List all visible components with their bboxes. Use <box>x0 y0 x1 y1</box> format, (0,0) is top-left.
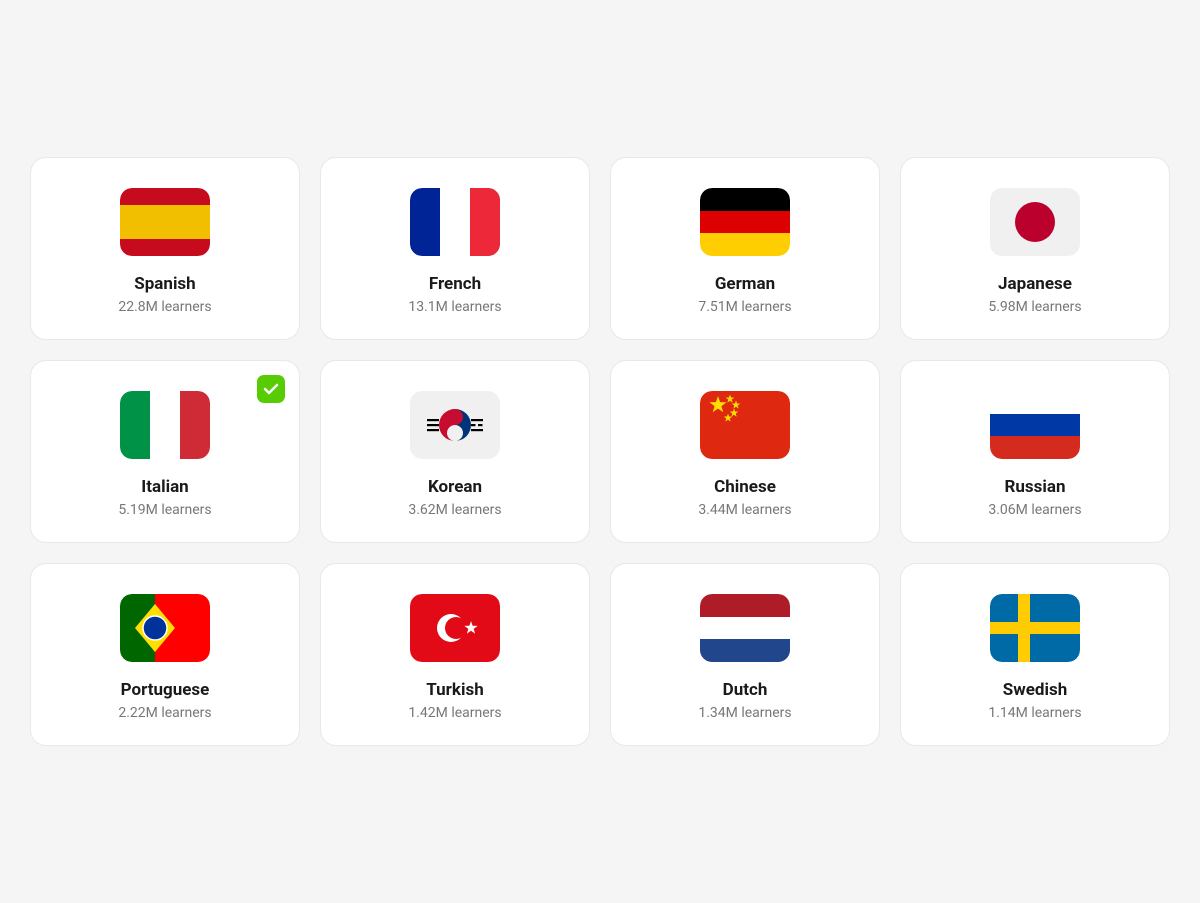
flag-nl <box>700 594 790 662</box>
language-name: Russian <box>1004 477 1065 497</box>
flag-kr <box>410 391 500 459</box>
language-card-de[interactable]: German 7.51M learners <box>610 157 880 340</box>
learners-count: 13.1M learners <box>408 299 501 315</box>
language-card-pt[interactable]: Portuguese 2.22M learners <box>30 563 300 746</box>
learners-count: 22.8M learners <box>118 299 211 315</box>
language-card-jp[interactable]: Japanese 5.98M learners <box>900 157 1170 340</box>
learners-count: 3.62M learners <box>408 502 501 518</box>
learners-count: 2.22M learners <box>118 705 211 721</box>
language-name: Portuguese <box>121 680 210 700</box>
language-name: Spanish <box>134 274 195 294</box>
language-name: Italian <box>141 477 188 497</box>
language-name: Chinese <box>714 477 776 497</box>
learners-count: 3.44M learners <box>698 502 791 518</box>
flag-it <box>120 391 210 459</box>
language-name: Swedish <box>1003 680 1067 700</box>
flag-cn <box>700 391 790 459</box>
learners-count: 1.14M learners <box>988 705 1081 721</box>
flag-se <box>990 594 1080 662</box>
language-name: Japanese <box>998 274 1072 294</box>
flag-fr <box>410 188 500 256</box>
language-card-fr[interactable]: French 13.1M learners <box>320 157 590 340</box>
language-card-nl[interactable]: Dutch 1.34M learners <box>610 563 880 746</box>
language-name: Korean <box>428 477 482 497</box>
learners-count: 1.34M learners <box>698 705 791 721</box>
learners-count: 7.51M learners <box>698 299 791 315</box>
flag-tr <box>410 594 500 662</box>
learners-count: 5.19M learners <box>118 502 211 518</box>
language-name: Turkish <box>426 680 484 700</box>
language-card-it[interactable]: Italian 5.19M learners <box>30 360 300 543</box>
flag-pt <box>120 594 210 662</box>
learners-count: 5.98M learners <box>988 299 1081 315</box>
learners-count: 1.42M learners <box>408 705 501 721</box>
flag-jp <box>990 188 1080 256</box>
language-card-ru[interactable]: Russian 3.06M learners <box>900 360 1170 543</box>
language-card-cn[interactable]: Chinese 3.44M learners <box>610 360 880 543</box>
language-card-kr[interactable]: Korean 3.62M learners <box>320 360 590 543</box>
flag-es <box>120 188 210 256</box>
language-grid: Spanish 22.8M learners French 13.1M learner… <box>30 157 1170 746</box>
language-card-se[interactable]: Swedish 1.14M learners <box>900 563 1170 746</box>
language-card-tr[interactable]: Turkish 1.42M learners <box>320 563 590 746</box>
language-name: German <box>715 274 775 294</box>
selected-badge <box>257 375 285 403</box>
language-card-es[interactable]: Spanish 22.8M learners <box>30 157 300 340</box>
language-name: Dutch <box>723 680 768 700</box>
language-name: French <box>429 274 481 294</box>
flag-ru <box>990 391 1080 459</box>
flag-de <box>700 188 790 256</box>
learners-count: 3.06M learners <box>988 502 1081 518</box>
